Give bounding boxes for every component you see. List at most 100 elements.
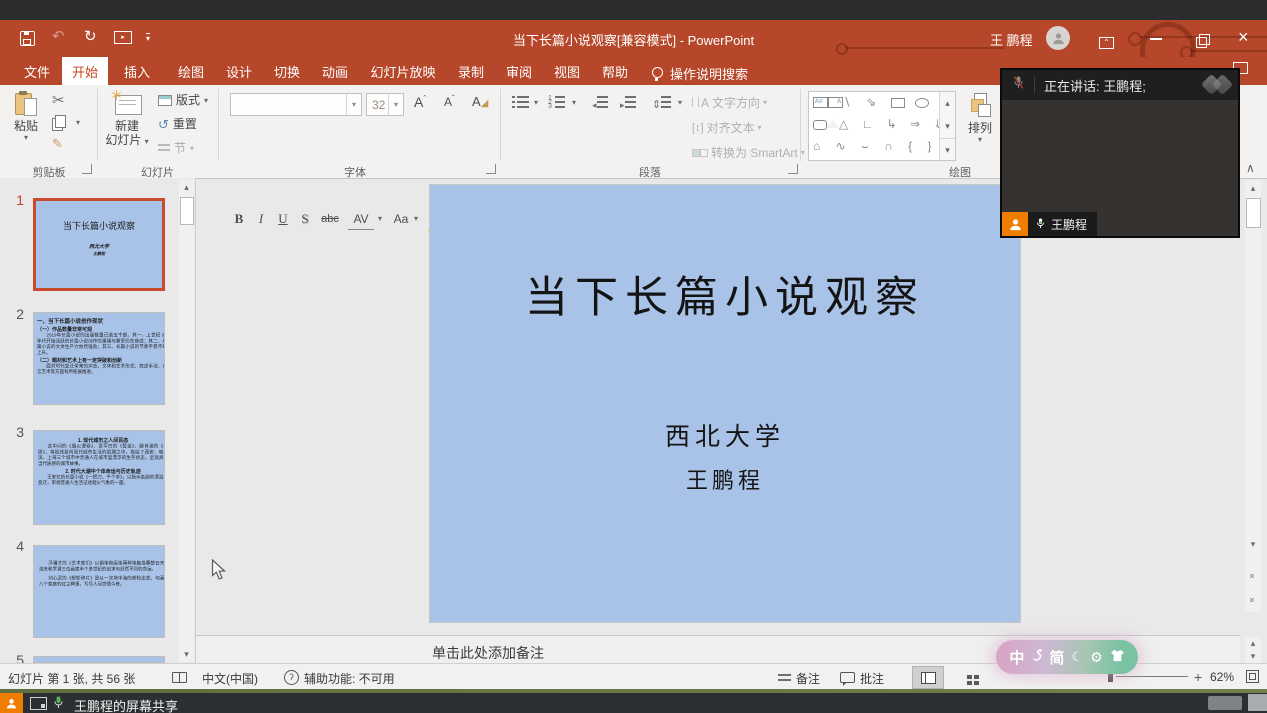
slide-canvas[interactable]: 当下长篇小说观察 西北大学 王鹏程 xyxy=(430,185,1020,622)
layout-button[interactable]: 版式▾ xyxy=(158,94,208,108)
copy-icon[interactable] xyxy=(52,115,66,135)
mic-on-icon[interactable] xyxy=(52,695,65,713)
notes-scrollbar[interactable]: ▴ ▾ xyxy=(1245,637,1261,663)
bullets-button[interactable] xyxy=(512,95,529,113)
gallery-up-icon[interactable]: ▴ xyxy=(940,92,955,114)
increase-indent-button[interactable]: ▸ xyxy=(620,95,636,113)
shrink-font-button[interactable]: Aˇ xyxy=(444,94,455,109)
thumb-scroll-up-icon[interactable]: ▴ xyxy=(179,180,194,195)
language-indicator[interactable]: 中文(中国) xyxy=(202,670,258,687)
text-shadow-button[interactable]: S xyxy=(296,209,314,229)
zoom-level[interactable]: 62% xyxy=(1210,670,1234,684)
avatar[interactable] xyxy=(1046,26,1070,50)
tab-review[interactable]: 审阅 xyxy=(498,57,540,85)
font-name-dropdown[interactable]: ▾ xyxy=(346,94,361,115)
clipboard-dialog-launcher[interactable] xyxy=(82,164,92,174)
thumbnail-slide-1[interactable]: 当下长篇小说观察 西北大学 王鹏程 xyxy=(33,198,165,291)
close-button[interactable]: × xyxy=(1238,27,1249,48)
previous-slide-icon[interactable]: « xyxy=(1245,568,1261,584)
scroll-up-icon[interactable]: ▴ xyxy=(1245,180,1261,196)
tab-slideshow[interactable]: 幻灯片放映 xyxy=(362,57,444,85)
zoom-in-button[interactable]: + xyxy=(1194,669,1202,685)
scroll-thumb[interactable] xyxy=(1246,198,1261,228)
comments-toggle-label[interactable]: 批注 xyxy=(860,670,884,687)
slide-org[interactable]: 西北大学 xyxy=(430,417,1020,453)
change-case-caret[interactable]: ▾ xyxy=(414,215,418,223)
align-text-button[interactable]: [↕] 对齐文本▾ xyxy=(692,119,762,136)
thumb-scroll-thumb[interactable] xyxy=(180,197,194,225)
slide-author[interactable]: 王鹏程 xyxy=(430,463,1020,495)
accessibility-status[interactable]: 辅助功能: 不可用 xyxy=(304,670,395,687)
participant-icon[interactable] xyxy=(0,693,23,713)
new-slide-button[interactable]: ＊ 新建 幻灯片 ▾ xyxy=(104,91,150,148)
next-slide-icon[interactable]: » xyxy=(1245,592,1261,608)
normal-view-button[interactable] xyxy=(912,666,944,689)
ime-settings-gear-icon[interactable]: ⚙ xyxy=(1090,649,1103,666)
meeting-video-overlay[interactable]: 正在讲话: 王鹏程; 王鹏程 xyxy=(1000,68,1240,238)
notes-toggle-label[interactable]: 备注 xyxy=(796,670,820,687)
underline-button[interactable]: U xyxy=(274,209,292,229)
cut-icon[interactable]: ✂ xyxy=(52,93,65,108)
bold-button[interactable]: B xyxy=(230,209,248,229)
slide-title[interactable]: 当下长篇小说观察 xyxy=(430,263,1020,325)
minimize-button[interactable] xyxy=(1150,38,1162,40)
scroll-down-icon[interactable]: ▾ xyxy=(1245,536,1261,552)
thumbnail-slide-3[interactable]: 1. 现代城市之人间百态 这中间的《烟火漫卷》、贾平凹的《暂坐》、滕肖澜的《心居… xyxy=(33,430,165,525)
thumbnail-slide-4[interactable]: 冯骥才的《艺术家们》以钢笔和画笔两种笔触描摹楚云天、洛夫和罗潜三位画家半个多世纪… xyxy=(33,545,165,638)
grow-font-button[interactable]: Aˆ xyxy=(414,94,426,110)
convert-smartart-button[interactable]: 转换为 SmartArt▾ xyxy=(692,144,805,161)
text-direction-button[interactable]: A 文字方向▾ xyxy=(692,94,767,111)
accessibility-icon[interactable]: ʔ xyxy=(284,669,299,685)
thumb-scroll-down-icon[interactable]: ▾ xyxy=(179,647,194,662)
strikethrough-button[interactable]: abc xyxy=(318,209,342,229)
shape-gallery-scroll[interactable]: ▴ ▾ ▾ xyxy=(939,92,955,160)
tell-me-search[interactable]: 操作说明搜索 xyxy=(670,64,748,83)
tab-draw[interactable]: 绘图 xyxy=(170,57,212,85)
tab-design[interactable]: 设计 xyxy=(218,57,260,85)
copy-caret[interactable]: ▾ xyxy=(76,119,80,127)
ime-simplified[interactable]: 简 xyxy=(1049,647,1064,668)
zoom-slider-track[interactable] xyxy=(1116,676,1188,677)
numbering-button[interactable]: 1 2 3 xyxy=(548,95,565,113)
notes-scroll-up-icon[interactable]: ▴ xyxy=(1245,637,1261,650)
tab-home[interactable]: 开始 xyxy=(62,57,108,85)
proofing-book-icon[interactable] xyxy=(172,672,187,686)
line-spacing-caret[interactable]: ▾ xyxy=(678,99,682,107)
line-spacing-button[interactable]: ⇕ xyxy=(652,95,671,113)
screen-share-icon[interactable] xyxy=(30,697,47,710)
fit-to-window-icon[interactable] xyxy=(1246,670,1259,686)
arrange-button[interactable]: 排列 ▾ xyxy=(962,93,998,144)
ime-chinese-mode[interactable]: 中 xyxy=(1009,647,1024,668)
change-case-button[interactable]: Aa xyxy=(390,209,412,229)
font-name-combobox[interactable]: ▾ xyxy=(230,93,362,116)
ime-voice-icon[interactable] xyxy=(1031,648,1042,666)
tab-help[interactable]: 帮助 xyxy=(594,57,636,85)
ribbon-display-options-icon[interactable]: ⌃ xyxy=(1099,32,1114,50)
ime-toolbar[interactable]: 中 简 ☾ ⚙ xyxy=(996,640,1138,674)
gallery-more-icon[interactable]: ▾ xyxy=(940,138,955,161)
tab-record[interactable]: 录制 xyxy=(450,57,492,85)
ime-skin-icon[interactable] xyxy=(1110,649,1125,666)
restore-button[interactable] xyxy=(1196,35,1207,53)
account-name[interactable]: 王 鹏程 xyxy=(990,30,1033,49)
italic-button[interactable]: I xyxy=(252,209,270,229)
character-spacing-caret[interactable]: ▾ xyxy=(378,215,382,223)
tab-file[interactable]: 文件 xyxy=(18,57,56,85)
mic-muted-icon[interactable] xyxy=(1012,75,1025,96)
tab-insert[interactable]: 插入 xyxy=(116,57,158,85)
format-painter-icon[interactable]: ✎ xyxy=(52,137,63,150)
tab-view[interactable]: 视图 xyxy=(546,57,588,85)
paste-button[interactable]: 粘贴 ▾ xyxy=(8,91,44,142)
slide-counter[interactable]: 幻灯片 第 1 张, 共 56 张 xyxy=(8,670,135,687)
collapse-ribbon-icon[interactable]: ∧ xyxy=(1246,161,1255,175)
thumbnail-scrollbar[interactable]: ▴ ▾ xyxy=(179,180,194,662)
comments-toggle-icon[interactable] xyxy=(840,672,855,686)
character-spacing-button[interactable]: AV xyxy=(348,209,374,230)
notes-toggle-icon[interactable] xyxy=(778,672,791,686)
thumbnail-slide-2[interactable]: 一、当下长篇小说创作现状 （一）作品数量非常可观 2019年长篇小说的出版数量已… xyxy=(33,312,165,405)
tab-transitions[interactable]: 切换 xyxy=(266,57,308,85)
decrease-indent-button[interactable]: ◂ xyxy=(592,95,608,113)
bullets-caret[interactable]: ▾ xyxy=(534,99,538,107)
clear-formatting-button[interactable]: A◢ xyxy=(472,94,488,109)
shape-gallery[interactable]: A≡A∖ ⇘ △ ∟ ↳ ⇒ ⇓ ⌂ ∿ ⌣ ∩ { } ▴ ▾ ▾ xyxy=(808,91,956,161)
